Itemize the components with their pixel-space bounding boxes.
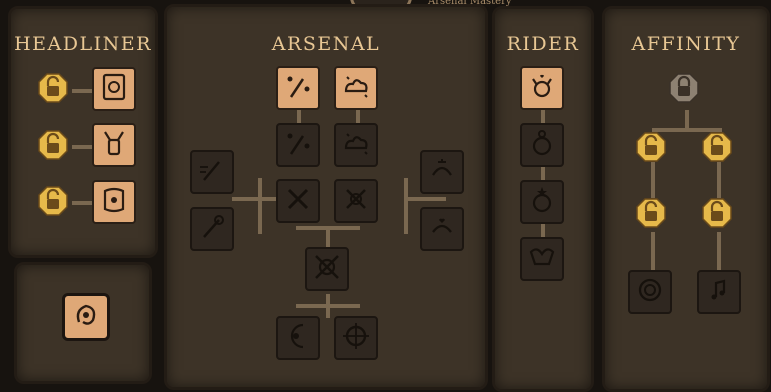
affinity-panel: AFFINITY [602,6,770,392]
connector-line [541,224,545,238]
connector-line [232,197,276,201]
arsenal-node[interactable] [420,150,464,194]
crossed-claws-icon [339,182,373,220]
arsenal-node[interactable] [334,179,378,223]
creature-bomb-icon [525,126,559,164]
affinity-lock-node[interactable] [636,198,666,228]
arsenal-node[interactable] [420,207,464,251]
affinity-lock-node[interactable] [702,132,732,162]
rose-emblem-icon [633,273,667,311]
music-swirl-icon [702,273,736,311]
unlocked-padlock-icon[interactable] [38,130,68,160]
connector-line [356,110,360,124]
connector-line [651,162,655,198]
unlocked-padlock-icon [702,132,732,162]
rider-title: RIDER [506,33,580,55]
horned-bottle-icon [97,126,131,164]
arsenal-node[interactable] [190,150,234,194]
arsenal-title: ARSENAL [271,33,381,55]
arsenal-node[interactable] [305,247,349,291]
unlocked-padlock-icon [636,132,666,162]
locked-padlock-icon [669,73,699,103]
creature-star-icon [525,183,559,221]
rider-node[interactable] [520,237,564,281]
swirl-figure-icon [69,298,103,336]
affinity-lock-node[interactable] [702,198,732,228]
crossed-shield-icon [310,250,344,288]
headliner-title: HEADLINER [14,33,152,55]
connector-line [717,162,721,198]
rider-node[interactable] [520,66,564,110]
headliner-item-tile[interactable] [92,180,136,224]
affinity-title: AFFINITY [631,33,741,55]
scroll-icon [97,183,131,221]
gear-orb-icon [339,319,373,357]
arsenal-node[interactable] [276,123,320,167]
connector-line [297,110,301,124]
crescent-orb-icon [281,319,315,357]
connector-line [685,110,689,130]
affinity-node[interactable] [628,270,672,314]
flame-cloud-icon [339,69,373,107]
connector-line [72,145,94,149]
connector-line [717,232,721,272]
unlocked-padlock-icon [636,198,666,228]
affinity-lock-node[interactable] [636,132,666,162]
connector-line [406,197,446,201]
arsenal-node[interactable] [190,207,234,251]
rider-node[interactable] [520,123,564,167]
headliner-item-tile[interactable] [92,67,136,111]
winged-creature-icon [525,240,559,278]
arsenal-node[interactable] [334,123,378,167]
heart-crab-icon [425,210,459,248]
unlocked-padlock-icon[interactable] [38,73,68,103]
connector-line [72,89,94,93]
headliner-item-tile[interactable] [92,123,136,167]
connector-line [541,167,545,181]
connector-line [541,110,545,124]
spark-crab-icon [425,153,459,191]
connector-line [72,201,94,205]
unlocked-padlock-icon [702,198,732,228]
affinity-node[interactable] [697,270,741,314]
speed-torch-icon [195,153,229,191]
music-torch-icon [281,69,315,107]
affinity-lock-node[interactable] [669,73,699,103]
arsenal-node[interactable] [276,316,320,360]
heart-creature-icon [525,69,559,107]
arsenal-node[interactable] [276,179,320,223]
connector-line [296,304,360,308]
crossed-torches-icon [281,182,315,220]
connector-line [404,178,408,234]
rider-node[interactable] [520,180,564,224]
songbook-icon [97,70,131,108]
connector-line [258,178,262,234]
special-ability-tile[interactable] [62,293,110,341]
spiral-staff-icon [195,210,229,248]
arsenal-node[interactable] [334,316,378,360]
connector-line [651,232,655,272]
arsenal-node[interactable] [276,66,320,110]
unlocked-padlock-icon[interactable] [38,186,68,216]
arsenal-node[interactable] [334,66,378,110]
connector-line [296,226,360,230]
flame-cloud-icon [339,126,373,164]
music-torch-icon [281,126,315,164]
